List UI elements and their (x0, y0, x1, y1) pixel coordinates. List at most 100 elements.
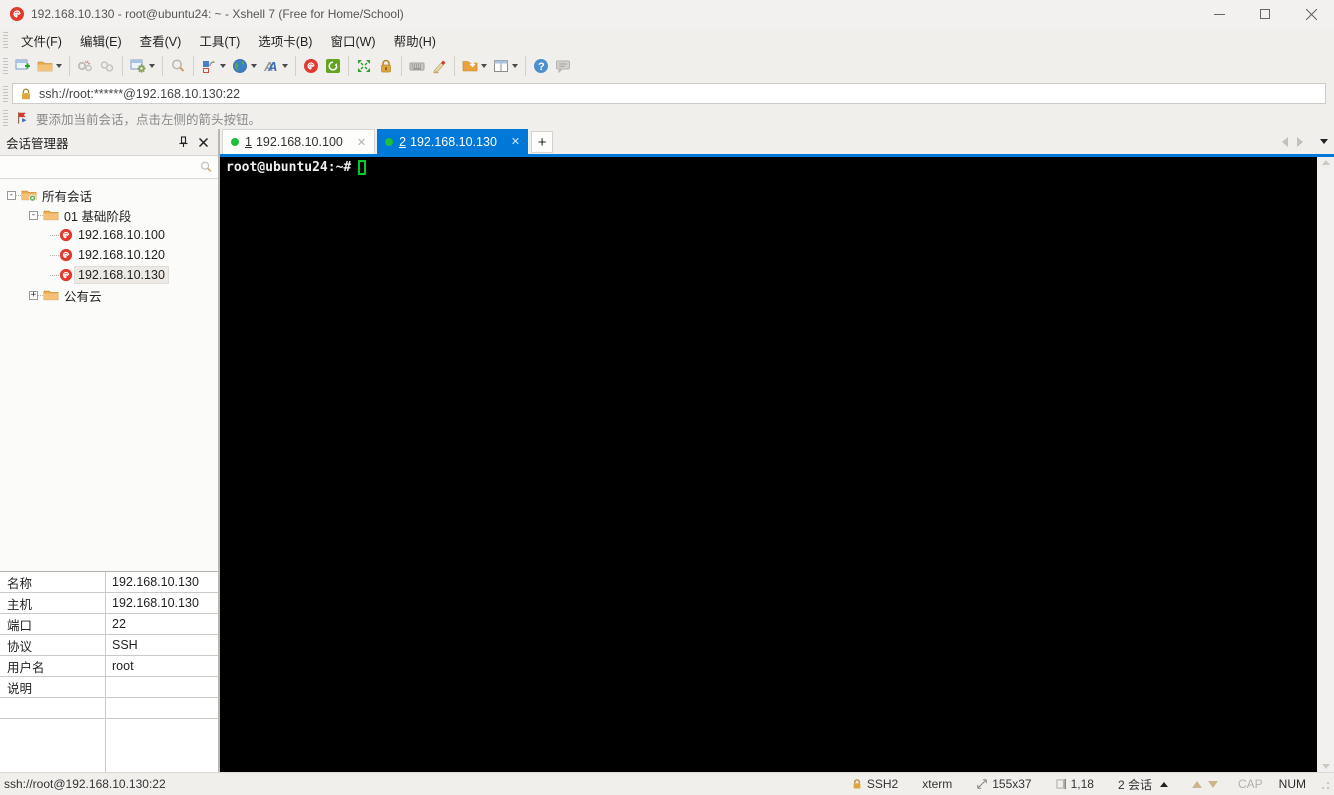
keyboard-button[interactable] (406, 54, 428, 78)
collapse-icon[interactable]: - (29, 210, 38, 220)
minimize-button[interactable] (1196, 0, 1242, 28)
reconnect-icon (100, 61, 114, 72)
connected-dot-icon (385, 137, 394, 146)
table-row: 端口 22 (0, 614, 218, 635)
new-session-button[interactable] (12, 54, 34, 78)
tab-label: 192.168.10.130 (410, 134, 497, 149)
session-properties-dropdown-icon[interactable] (149, 64, 155, 68)
statusbar: ssh://root@192.168.10.130:22 SSH2 xterm … (0, 772, 1334, 795)
toolbar-grip[interactable] (3, 58, 8, 74)
close-panel-button[interactable] (194, 133, 212, 151)
session-properties-table: 名称 192.168.10.130 主机 192.168.10.130 端口 2… (0, 571, 218, 772)
collapse-icon[interactable]: - (7, 190, 16, 200)
menu-help[interactable]: 帮助(H) (385, 28, 445, 53)
statusbar-terminal-type[interactable]: xterm (910, 777, 964, 791)
resize-grip[interactable] (1318, 778, 1330, 790)
tab-session-2[interactable]: 2 192.168.10.130 ✕ (377, 129, 529, 154)
close-button[interactable] (1288, 0, 1334, 28)
open-session-button[interactable] (34, 54, 65, 78)
new-file-dropdown-icon[interactable] (481, 64, 487, 68)
infobar-grip[interactable] (3, 110, 8, 126)
open-session-dropdown-icon[interactable] (56, 64, 62, 68)
terminal-scrollbar[interactable] (1317, 157, 1334, 772)
terminal-prompt: root@ubuntu24:~# (226, 160, 352, 175)
address-field[interactable]: ssh://root:******@192.168.10.130:22 (12, 83, 1326, 104)
menubar: 文件(F) 编辑(E) 查看(V) 工具(T) 选项卡(B) 窗口(W) 帮助(… (0, 28, 1334, 52)
tree-item-session-100[interactable]: 192.168.10.100 (0, 225, 218, 245)
compose-bar-icon (203, 60, 215, 73)
layout-dropdown-icon[interactable] (512, 64, 518, 68)
disconnect-button[interactable] (74, 54, 96, 78)
compose-bar-button[interactable] (198, 54, 229, 78)
statusbar-nav-arrows[interactable] (1180, 780, 1230, 788)
terminal[interactable]: root@ubuntu24:~# (220, 157, 1317, 772)
font-dropdown-icon[interactable] (282, 64, 288, 68)
compose-bar-dropdown-icon[interactable] (220, 64, 226, 68)
xftp-icon (326, 59, 340, 73)
tree-item-session-130[interactable]: 192.168.10.130 (0, 265, 218, 285)
xshell-logo-icon (10, 7, 24, 21)
tab-session-1[interactable]: 1 192.168.10.100 ✕ (222, 129, 376, 154)
highlight-pen-button[interactable] (428, 54, 450, 78)
addressbar-grip[interactable] (3, 85, 8, 102)
web-button[interactable] (229, 54, 260, 78)
cursor-position-icon (1056, 778, 1066, 790)
menu-file[interactable]: 文件(F) (12, 28, 71, 53)
tree-label: 所有会话 (42, 189, 93, 204)
toolbar-separator (454, 56, 455, 76)
session-manager-header: 会话管理器 (0, 129, 218, 156)
statusbar-sessions[interactable]: 2 会话 (1106, 776, 1180, 793)
xftp-button[interactable] (322, 54, 344, 78)
prop-label: 说明 (0, 677, 106, 697)
new-file-transfer-button[interactable] (459, 54, 490, 78)
maximize-button[interactable] (1242, 0, 1288, 28)
font-button[interactable]: A A (260, 54, 291, 78)
statusbar-capslock: CAP (1237, 777, 1263, 791)
expand-icon[interactable]: + (29, 290, 38, 300)
search-icon[interactable] (199, 160, 213, 174)
table-filler (0, 719, 218, 772)
prev-session-icon[interactable] (1191, 780, 1202, 788)
menu-window[interactable]: 窗口(W) (321, 28, 384, 53)
layout-button[interactable] (490, 54, 521, 78)
tree-item-folder-01[interactable]: - 01 基础阶段 (0, 205, 218, 225)
menubar-grip[interactable] (3, 32, 8, 48)
pin-panel-button[interactable] (174, 133, 192, 151)
fullscreen-button[interactable] (353, 54, 375, 78)
table-row-empty (0, 698, 218, 719)
reconnect-button[interactable] (96, 54, 118, 78)
tree-item-session-120[interactable]: 192.168.10.120 (0, 245, 218, 265)
layout-icon (494, 60, 508, 72)
web-dropdown-icon[interactable] (251, 64, 257, 68)
help-button[interactable]: ? (530, 54, 552, 78)
xshell-button[interactable] (300, 54, 322, 78)
tab-list-dropdown-icon[interactable] (1320, 139, 1328, 144)
session-search-input[interactable] (5, 160, 199, 174)
tree-label: 192.168.10.130 (74, 266, 169, 284)
scroll-down-icon[interactable] (1321, 764, 1330, 769)
tree-item-all-sessions[interactable]: - 所有会话 (0, 185, 218, 205)
menu-tools[interactable]: 工具(T) (190, 28, 249, 53)
tab-close-icon[interactable]: ✕ (511, 135, 520, 148)
session-properties-button[interactable] (127, 54, 158, 78)
scroll-up-icon[interactable] (1321, 160, 1330, 165)
font-icon: A A (263, 59, 277, 74)
tab-scroll-left-icon[interactable] (1282, 136, 1288, 147)
find-button[interactable] (167, 54, 189, 78)
menu-view[interactable]: 查看(V) (131, 28, 191, 53)
next-session-icon[interactable] (1207, 780, 1218, 788)
all-sessions-folder-icon (21, 190, 37, 202)
lock-button[interactable] (375, 54, 397, 78)
session-properties-icon (130, 59, 146, 73)
chat-button[interactable] (552, 54, 574, 78)
menu-edit[interactable]: 编辑(E) (71, 28, 131, 53)
toolbar-separator (122, 56, 123, 76)
tabbar: 1 192.168.10.100 ✕ 2 192.168.10.130 ✕ + (220, 129, 1334, 157)
flag-icon (18, 112, 27, 124)
new-tab-button[interactable]: + (531, 131, 554, 153)
prop-value: 22 (112, 617, 126, 631)
tab-close-icon[interactable]: ✕ (357, 136, 366, 149)
menu-tab[interactable]: 选项卡(B) (249, 28, 321, 53)
tree-item-folder-cloud[interactable]: + 公有云 (0, 285, 218, 305)
tab-scroll-right-icon[interactable] (1297, 136, 1303, 147)
